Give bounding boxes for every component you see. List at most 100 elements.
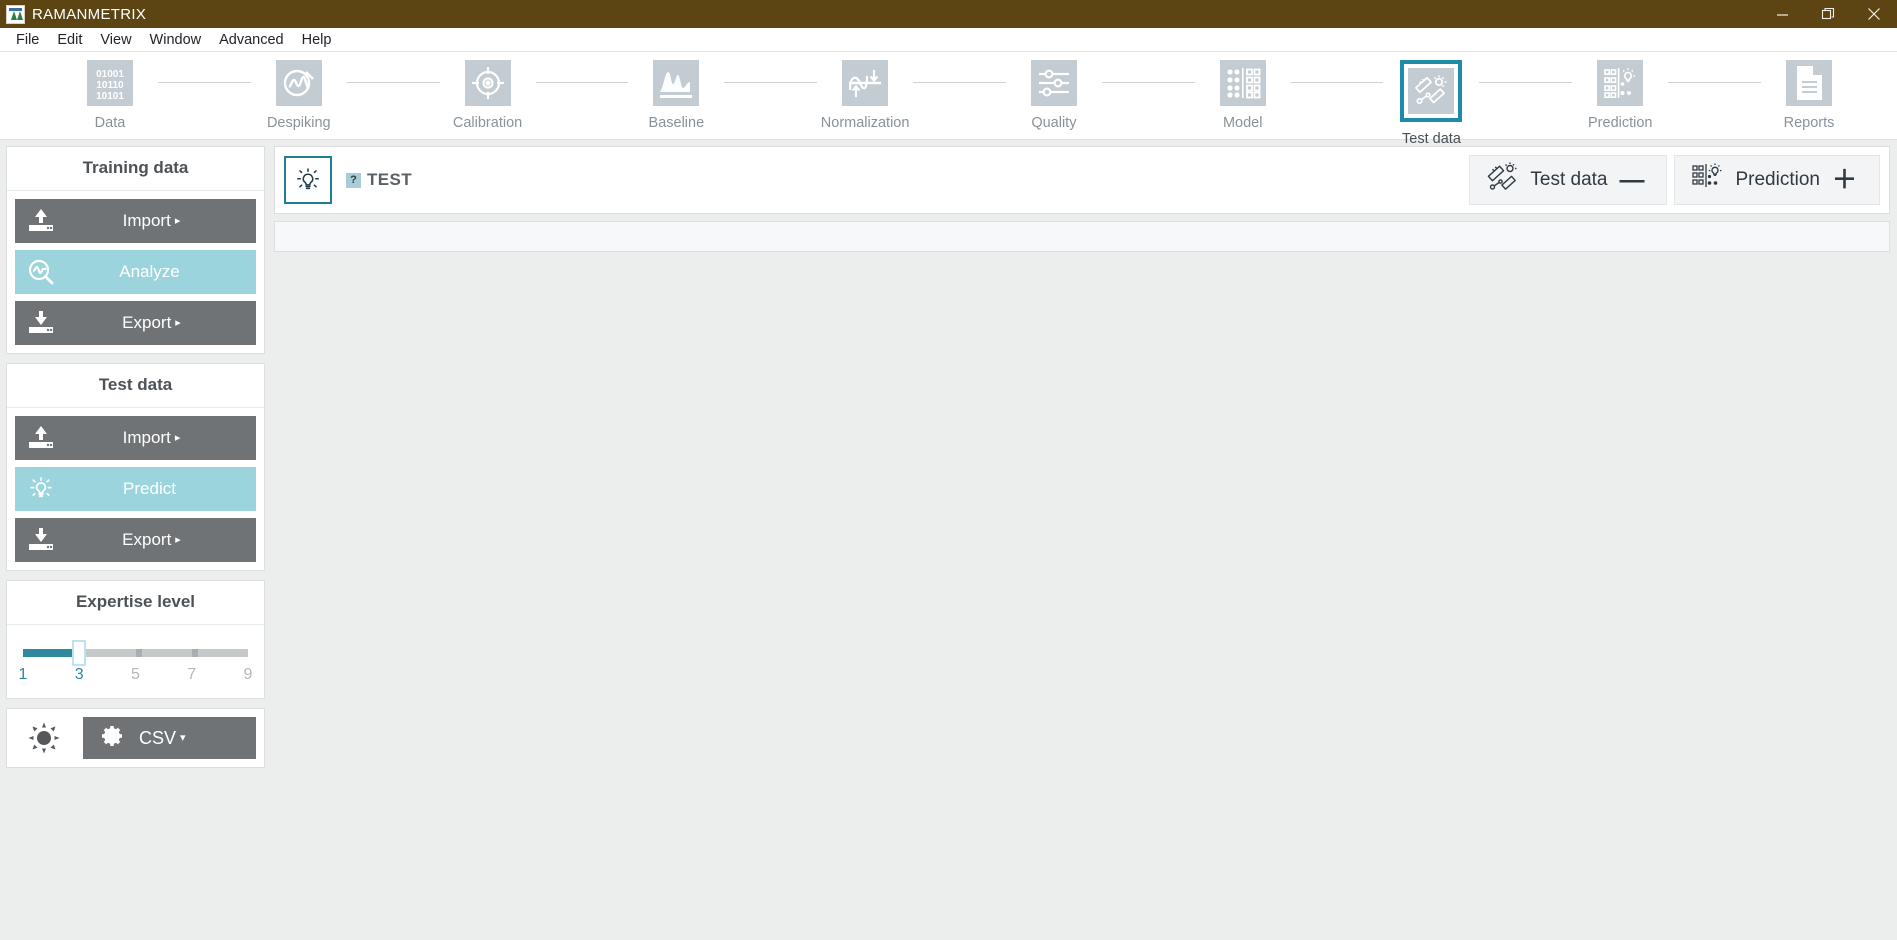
menubar: File Edit View Window Advanced Help [0, 28, 1897, 52]
training-export-label: Export [122, 313, 172, 332]
test-data-panel: Test data Import ▸ Predict Export ▸ [6, 363, 265, 571]
sun-icon[interactable] [15, 717, 73, 759]
window-title: RAMANMETRIX [32, 5, 147, 23]
slider-label-3: 3 [74, 666, 84, 683]
workflow-connector [913, 82, 1006, 83]
svg-text:01001: 01001 [96, 69, 124, 80]
sliders-icon [1030, 60, 1077, 106]
slider-handle[interactable] [72, 640, 87, 666]
training-export-button[interactable]: Export ▸ [15, 301, 256, 345]
expertise-level-panel: Expertise level 1 3 5 7 9 [6, 580, 265, 699]
app-logo-icon [6, 4, 25, 24]
workflow-step-label: Normalization [820, 115, 910, 131]
workflow-step-calibration[interactable]: Calibration [440, 60, 536, 131]
workflow-step-normalization[interactable]: Normalization [817, 60, 913, 131]
workflow-step-label: Model [1222, 115, 1263, 131]
workflow-step-reports[interactable]: Reports [1761, 60, 1857, 131]
target-icon [464, 60, 511, 106]
workflow-step-despiking[interactable]: Despiking [251, 60, 347, 131]
test-export-label: Export [122, 530, 172, 549]
workflow-step-label: Test data [1402, 131, 1461, 147]
workflow-connector [1668, 82, 1762, 83]
help-marker[interactable]: ? [346, 172, 361, 188]
gear-icon [101, 724, 125, 753]
close-icon[interactable] [1851, 0, 1897, 28]
workflow-step-prediction[interactable]: Prediction [1572, 60, 1668, 131]
document-icon [1786, 60, 1833, 106]
menu-view[interactable]: View [91, 30, 140, 50]
test-import-label: Import [122, 428, 171, 447]
export-format-dropdown[interactable]: CSV ▾ [83, 717, 256, 759]
slider-fill [23, 649, 80, 657]
upload-icon [15, 425, 67, 451]
menu-edit[interactable]: Edit [48, 30, 91, 50]
menu-file[interactable]: File [7, 30, 48, 50]
download-icon [15, 310, 67, 336]
test-data-title: Test data [7, 364, 264, 408]
slider-label-1: 1 [18, 666, 28, 683]
slider-label-9: 9 [243, 666, 253, 683]
analyze-icon [15, 258, 67, 286]
lightbulb-icon [15, 475, 67, 503]
test-export-button[interactable]: Export ▸ [15, 518, 256, 562]
minimize-icon[interactable] [1759, 0, 1805, 28]
workflow-step-test-data[interactable]: Test data [1383, 60, 1479, 147]
main-content: ? TEST Test data — Prediction ＋ [271, 140, 1897, 939]
workflow-step-label: Despiking [266, 115, 331, 131]
despike-icon [275, 60, 322, 106]
training-data-title: Training data [7, 147, 264, 191]
chevron-right-icon: ▸ [175, 316, 181, 329]
workflow-step-baseline[interactable]: Baseline [628, 60, 724, 131]
training-analyze-button[interactable]: Analyze [15, 250, 256, 294]
model-matrix-icon [1219, 60, 1266, 106]
prediction-icon [1691, 161, 1723, 199]
prediction-add-button[interactable]: Prediction ＋ [1674, 155, 1880, 205]
test-data-icon [1400, 60, 1463, 122]
workflow-connector [346, 82, 440, 83]
workflow-step-data[interactable]: 01001 10110 10101 Data [62, 60, 158, 131]
workflow-step-label: Quality [1031, 115, 1077, 131]
workflow-connector [1290, 82, 1384, 83]
workflow-connector [1479, 82, 1573, 83]
lightbulb-icon [284, 156, 332, 204]
workflow-connector [724, 82, 818, 83]
expertise-slider[interactable] [23, 640, 248, 666]
test-record-name: TEST [367, 170, 413, 189]
workflow-step-label: Prediction [1588, 115, 1653, 131]
workflow-step-model[interactable]: Model [1195, 60, 1291, 131]
menu-window[interactable]: Window [141, 30, 211, 50]
training-import-button[interactable]: Import ▸ [15, 199, 256, 243]
chevron-right-icon: ▸ [174, 431, 181, 444]
menu-help[interactable]: Help [293, 30, 341, 50]
prediction-button-label: Prediction [1735, 169, 1820, 190]
menu-advanced[interactable]: Advanced [210, 30, 293, 50]
window-titlebar: RAMANMETRIX [0, 0, 1897, 28]
slider-tick-5 [135, 649, 142, 657]
window-controls [1759, 0, 1897, 28]
test-import-button[interactable]: Import ▸ [15, 416, 256, 460]
test-predict-button[interactable]: Predict [15, 467, 256, 511]
minus-icon: — [1619, 165, 1645, 194]
chevron-down-icon: ▾ [180, 731, 186, 744]
slider-label-5: 5 [131, 666, 140, 683]
content-fill [274, 259, 1890, 939]
restore-icon[interactable] [1805, 0, 1851, 28]
test-predict-label: Predict [123, 479, 176, 498]
workflow-step-label: Baseline [648, 115, 705, 131]
export-format-label: CSV [139, 727, 177, 748]
sidebar: Training data Import ▸ Analyze Export ▸ … [0, 140, 271, 939]
workflow-step-label: Data [94, 115, 126, 131]
workflow-step-quality[interactable]: Quality [1006, 60, 1102, 131]
svg-text:10110: 10110 [96, 80, 124, 91]
workflow-step-label: Calibration [452, 115, 523, 131]
chevron-right-icon: ▸ [174, 214, 181, 227]
slider-tick-labels: 1 3 5 7 9 [19, 666, 253, 686]
training-import-label: Import [122, 211, 171, 230]
workflow-connector [1101, 82, 1195, 83]
test-record-row: ? TEST Test data — Prediction ＋ [274, 146, 1890, 214]
test-data-remove-button[interactable]: Test data — [1469, 155, 1668, 205]
spectrum-icon [653, 60, 700, 106]
app-body: Training data Import ▸ Analyze Export ▸ … [0, 140, 1897, 939]
test-data-button-label: Test data [1530, 169, 1608, 190]
slider-tick-7 [191, 649, 198, 657]
